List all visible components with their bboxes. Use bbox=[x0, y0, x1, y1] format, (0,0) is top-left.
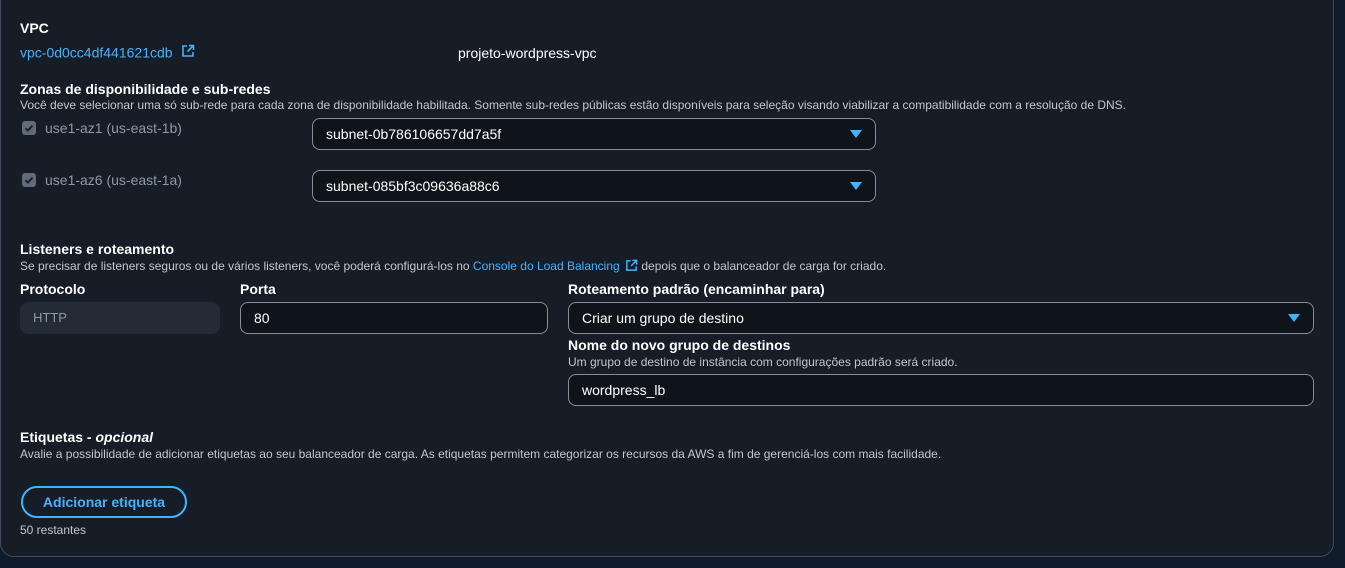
vpc-name: projeto-wordpress-vpc bbox=[458, 45, 597, 61]
subnet-select-az6[interactable]: subnet-085bf3c09636a88c6 bbox=[312, 170, 876, 202]
listeners-description-text: Se precisar de listeners seguros ou de v… bbox=[20, 259, 473, 274]
listeners-description: Se precisar de listeners seguros ou de v… bbox=[20, 259, 886, 275]
external-link-icon bbox=[625, 259, 638, 275]
caret-down-icon bbox=[1288, 314, 1300, 322]
protocol-field: HTTP bbox=[20, 302, 220, 334]
az6-label: use1-az6 (us-east-1a) bbox=[45, 172, 182, 188]
az1-label: use1-az1 (us-east-1b) bbox=[45, 120, 182, 136]
target-group-label: Nome do novo grupo de destinos bbox=[568, 337, 791, 353]
vpc-heading: VPC bbox=[20, 20, 49, 36]
port-input[interactable]: 80 bbox=[240, 302, 548, 334]
tags-remaining: 50 restantes bbox=[20, 523, 87, 537]
port-label: Porta bbox=[240, 281, 276, 297]
zones-description: Você deve selecionar uma só sub-rede par… bbox=[20, 98, 1126, 112]
routing-select[interactable]: Criar um grupo de destino bbox=[568, 302, 1314, 334]
subnet-select-az1-value: subnet-0b786106657dd7a5f bbox=[326, 126, 502, 142]
routing-select-value: Criar um grupo de destino bbox=[582, 310, 744, 326]
caret-down-icon bbox=[850, 182, 862, 190]
target-group-description: Um grupo de destino de instância com con… bbox=[568, 355, 958, 369]
az1-checkbox[interactable] bbox=[22, 121, 36, 135]
listeners-heading: Listeners e roteamento bbox=[20, 241, 175, 257]
vpc-id-link[interactable]: vpc-0d0cc4df441621cdb bbox=[20, 45, 173, 61]
protocol-label: Protocolo bbox=[20, 281, 86, 297]
load-balancing-console-link[interactable]: Console do Load Balancing bbox=[473, 259, 620, 273]
target-group-name-input[interactable]: wordpress_lb bbox=[568, 374, 1314, 406]
listeners-description-text-end: depois que o balanceador de carga for cr… bbox=[638, 259, 887, 274]
subnet-select-az6-value: subnet-085bf3c09636a88c6 bbox=[326, 178, 500, 194]
az6-checkbox[interactable] bbox=[22, 173, 36, 187]
tags-heading-optional: opcional bbox=[95, 429, 154, 445]
routing-label: Roteamento padrão (encaminhar para) bbox=[568, 281, 825, 297]
add-tag-button[interactable]: Adicionar etiqueta bbox=[21, 486, 187, 518]
tags-description: Avalie a possibilidade de adicionar etiq… bbox=[20, 447, 942, 461]
external-link-icon bbox=[181, 44, 195, 63]
tags-heading-text: Etiquetas - bbox=[20, 429, 96, 445]
check-icon bbox=[24, 124, 34, 132]
zones-heading: Zonas de disponibilidade e sub-redes bbox=[20, 81, 271, 97]
tags-heading: Etiquetas - opcional bbox=[20, 429, 153, 445]
vpc-id-link-row[interactable]: vpc-0d0cc4df441621cdb bbox=[20, 44, 195, 63]
subnet-select-az1[interactable]: subnet-0b786106657dd7a5f bbox=[312, 118, 876, 150]
check-icon bbox=[24, 176, 34, 184]
caret-down-icon bbox=[850, 130, 862, 138]
